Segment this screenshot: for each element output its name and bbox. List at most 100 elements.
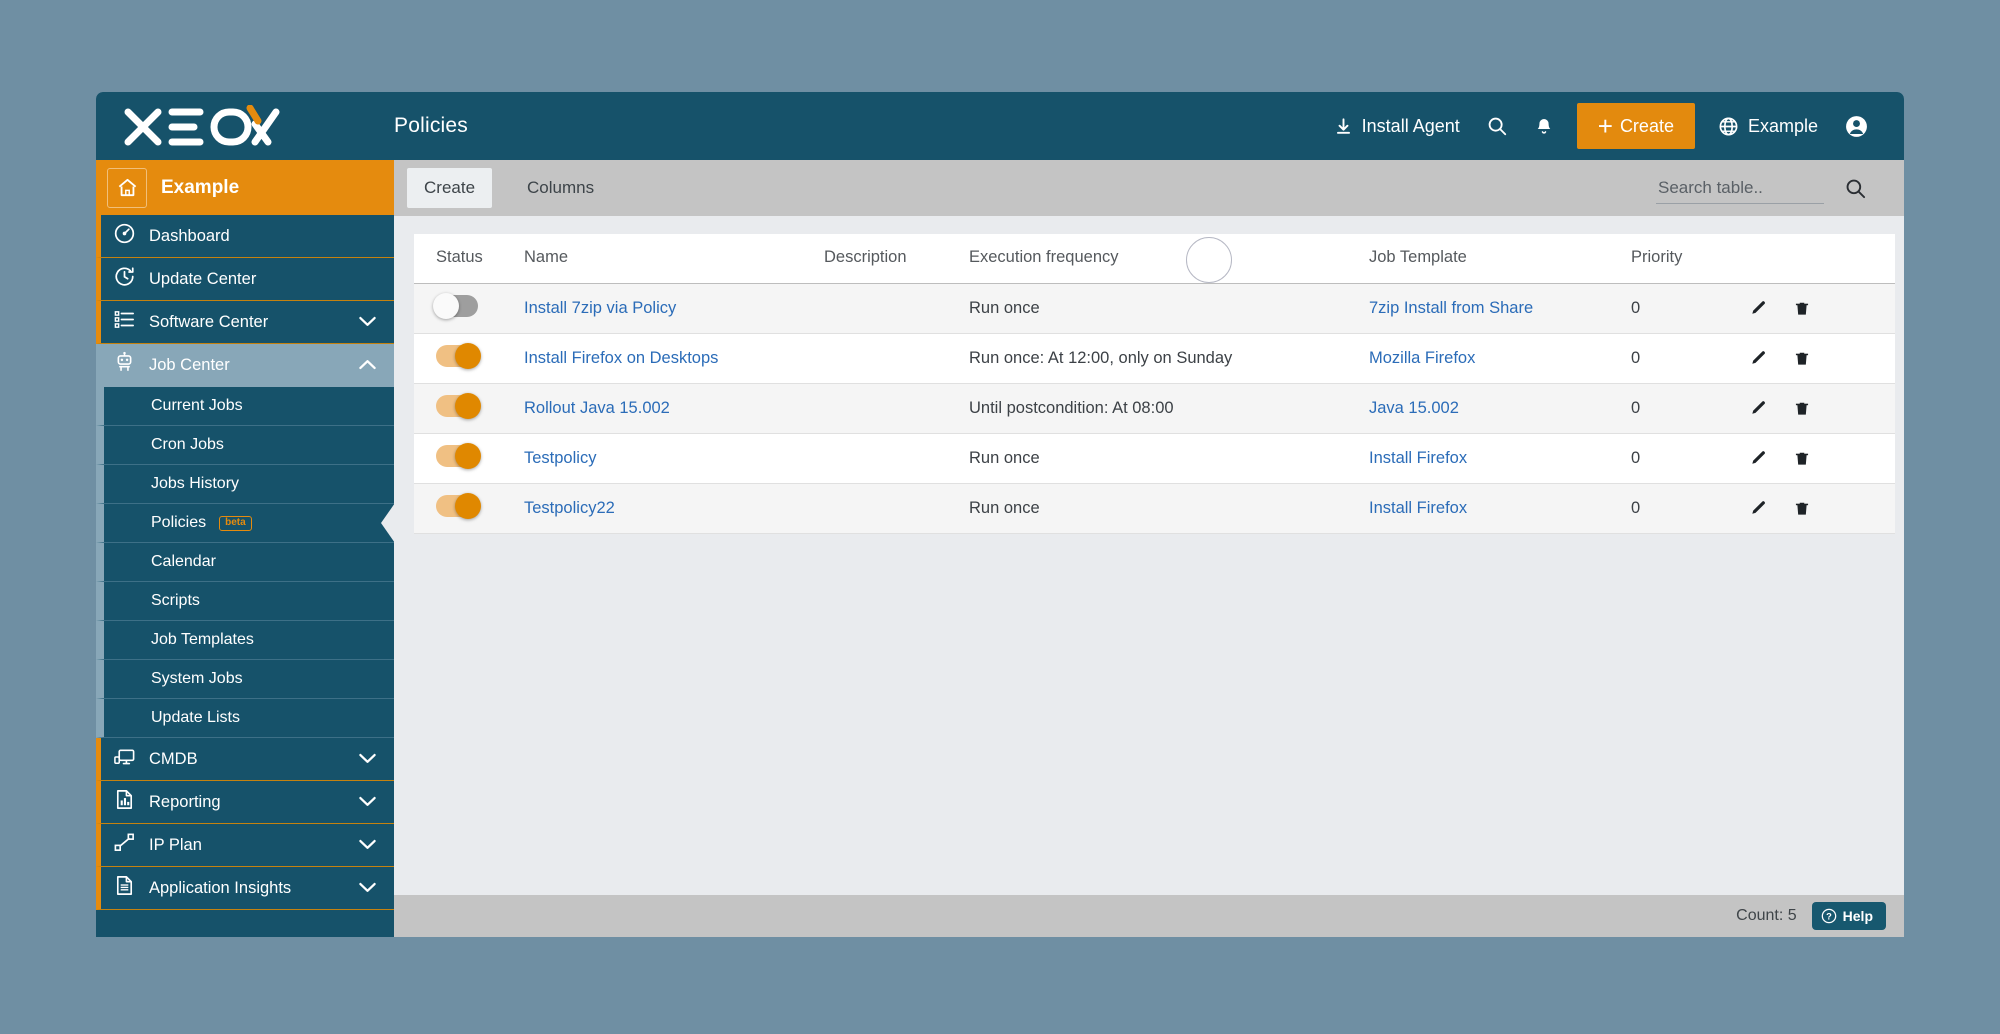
vertical-scrollbar[interactable] xyxy=(1895,216,1904,895)
job-template-link[interactable]: 7zip Install from Share xyxy=(1369,299,1533,317)
status-toggle[interactable] xyxy=(436,393,481,419)
table-create-button[interactable]: Create xyxy=(407,168,493,208)
job-template-link[interactable]: Mozilla Firefox xyxy=(1369,349,1475,367)
status-toggle[interactable] xyxy=(436,343,481,369)
pencil-icon[interactable] xyxy=(1749,349,1768,368)
table-columns-button[interactable]: Columns xyxy=(506,178,615,198)
xeox-logo-icon xyxy=(124,105,280,146)
policy-name-link[interactable]: Install 7zip via Policy xyxy=(524,299,676,317)
column-header-job-template[interactable]: Job Template xyxy=(1369,234,1631,284)
sidebar-item-update-center[interactable]: Update Center xyxy=(96,258,394,301)
sidebar-item-scripts[interactable]: Scripts xyxy=(96,582,394,621)
column-header-name[interactable]: Name xyxy=(524,234,824,284)
column-header-frequency[interactable]: Execution frequency xyxy=(969,234,1369,284)
chevron-down-icon xyxy=(359,750,376,769)
trash-icon[interactable] xyxy=(1793,449,1811,468)
sidebar-item-current-jobs[interactable]: Current Jobs xyxy=(96,387,394,426)
column-header-status[interactable]: Status xyxy=(414,234,524,284)
install-agent-button[interactable]: Install Agent xyxy=(1321,92,1473,160)
sidebar-tenant-row[interactable]: Example xyxy=(96,160,394,215)
pencil-icon[interactable] xyxy=(1749,449,1768,468)
table-head: Status Name Description Execution freque… xyxy=(414,234,1899,284)
trash-icon[interactable] xyxy=(1793,399,1811,418)
sidebar-item-job-templates[interactable]: Job Templates xyxy=(96,621,394,660)
sidebar-label-software-center: Software Center xyxy=(149,312,269,331)
sidebar-item-jobs-history[interactable]: Jobs History xyxy=(96,465,394,504)
sidebar-item-software-center[interactable]: Software Center xyxy=(96,301,394,344)
table-row[interactable]: Rollout Java 15.002 Until postcondition:… xyxy=(414,383,1899,434)
brand-logo[interactable] xyxy=(96,105,394,147)
status-toggle[interactable] xyxy=(436,493,481,519)
job-template-link[interactable]: Install Firefox xyxy=(1369,449,1467,467)
cell-priority: 0 xyxy=(1631,483,1749,534)
policy-name-link[interactable]: Rollout Java 15.002 xyxy=(524,399,670,417)
search-icon[interactable] xyxy=(1844,177,1867,200)
toggle-knob xyxy=(455,443,481,469)
pencil-icon[interactable] xyxy=(1749,399,1768,418)
table-toolbar: Create Columns xyxy=(394,160,1904,216)
plus-icon: + xyxy=(1597,111,1613,141)
sidebar-item-application-insights[interactable]: Application Insights xyxy=(96,867,394,910)
sidebar-item-cmdb[interactable]: CMDB xyxy=(96,738,394,781)
trash-icon[interactable] xyxy=(1793,299,1811,318)
pencil-icon[interactable] xyxy=(1749,499,1768,518)
column-header-actions xyxy=(1749,234,1899,284)
policy-name-link[interactable]: Testpolicy22 xyxy=(524,499,615,517)
help-button-label: Help xyxy=(1842,908,1873,924)
table-row[interactable]: Testpolicy22 Run once Install Firefox 0 xyxy=(414,483,1899,534)
column-header-description[interactable]: Description xyxy=(824,234,969,284)
sidebar-item-system-jobs[interactable]: System Jobs xyxy=(96,660,394,699)
trash-icon[interactable] xyxy=(1793,499,1811,518)
sidebar-item-reporting[interactable]: Reporting xyxy=(96,781,394,824)
create-button[interactable]: + Create xyxy=(1576,103,1695,149)
sidebar-label-update-lists: Update Lists xyxy=(151,709,240,726)
sidebar-navigation: Example Dashboard Update Center Software… xyxy=(96,160,394,937)
sidebar-item-job-center[interactable]: Job Center xyxy=(96,344,394,387)
global-search-button[interactable] xyxy=(1473,92,1521,160)
cell-priority: 0 xyxy=(1631,433,1749,484)
policies-table: Status Name Description Execution freque… xyxy=(414,234,1899,534)
gauge-icon xyxy=(113,222,136,250)
table-body: Install 7zip via Policy Run once 7zip In… xyxy=(414,283,1899,534)
status-bar: Count: 5 ? Help xyxy=(394,895,1904,937)
status-toggle[interactable] xyxy=(433,293,478,319)
help-button[interactable]: ? Help xyxy=(1811,902,1886,930)
cell-status xyxy=(414,383,524,434)
globe-icon xyxy=(1719,117,1738,135)
active-item-pointer xyxy=(381,503,394,543)
status-toggle[interactable] xyxy=(436,443,481,469)
cell-priority: 0 xyxy=(1631,333,1749,384)
pencil-icon[interactable] xyxy=(1749,299,1768,318)
sidebar-item-dashboard[interactable]: Dashboard xyxy=(96,215,394,258)
create-button-label: Create xyxy=(1619,115,1674,136)
search-input[interactable] xyxy=(1656,172,1824,204)
robot-icon xyxy=(113,351,136,379)
sidebar-item-ip-plan[interactable]: IP Plan xyxy=(96,824,394,867)
row-actions xyxy=(1749,349,1899,368)
account-circle-icon xyxy=(1846,115,1867,137)
application-body: Example Dashboard Update Center Software… xyxy=(96,160,1904,937)
notifications-button[interactable] xyxy=(1521,92,1567,160)
account-button[interactable] xyxy=(1831,92,1882,160)
bell-icon xyxy=(1537,118,1550,134)
tenant-selector[interactable]: Example xyxy=(1705,92,1831,160)
sidebar-item-cron-jobs[interactable]: Cron Jobs xyxy=(96,426,394,465)
policy-name-link[interactable]: Testpolicy xyxy=(524,449,596,467)
policy-name-link[interactable]: Install Firefox on Desktops xyxy=(524,349,718,367)
sidebar-label-job-center: Job Center xyxy=(149,355,230,374)
table-row[interactable]: Testpolicy Run once Install Firefox 0 xyxy=(414,433,1899,484)
column-header-priority[interactable]: Priority xyxy=(1631,234,1749,284)
row-actions xyxy=(1749,399,1899,418)
sidebar-item-update-lists[interactable]: Update Lists xyxy=(96,699,394,738)
top-navigation-bar: Policies Install Agent + Create Example xyxy=(96,92,1904,160)
table-row[interactable]: Install Firefox on Desktops Run once: At… xyxy=(414,333,1899,384)
job-template-link[interactable]: Java 15.002 xyxy=(1369,399,1459,417)
topbar-actions: Install Agent + Create Example xyxy=(1321,92,1904,160)
table-row[interactable]: Install 7zip via Policy Run once 7zip In… xyxy=(414,283,1899,334)
job-template-link[interactable]: Install Firefox xyxy=(1369,499,1467,517)
sidebar-item-calendar[interactable]: Calendar xyxy=(96,543,394,582)
sidebar-item-policies[interactable]: Policies beta xyxy=(96,503,394,543)
cell-description xyxy=(824,433,969,484)
trash-icon[interactable] xyxy=(1793,349,1811,368)
chart-doc-icon xyxy=(113,788,136,816)
